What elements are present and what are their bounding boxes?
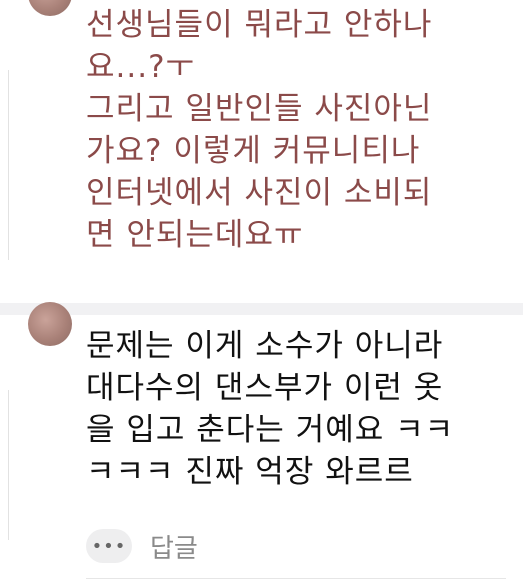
divider <box>86 578 506 579</box>
more-button[interactable]: ••• <box>86 529 132 563</box>
comment-line: ㅋㅋㅋ 진짜 억장 와르르 <box>86 454 414 490</box>
avatar[interactable] <box>28 302 72 346</box>
comment-line: 인터넷에서 사진이 소비되 <box>86 175 433 211</box>
comment-line: 선생님들이 뭐라고 안하나 <box>86 7 433 43</box>
comment-top: 선생님들이 뭐라고 안하나 요...?ㅜ 그리고 일반인들 사진아닌 가요? 이… <box>0 0 523 303</box>
thread-edge <box>8 390 12 540</box>
comment-line: 문제는 이게 소수가 아니라 <box>86 328 444 364</box>
comment-text: 문제는 이게 소수가 아니라 대다수의 댄스부가 이런 옷 을 입고 춘다는 거… <box>86 325 506 493</box>
comment-actions: ••• 답글 <box>86 526 198 566</box>
comment-line: 을 입고 춘다는 거예요 ㅋㅋ <box>86 412 455 448</box>
reply-button[interactable]: 답글 <box>150 528 198 565</box>
comment-line: 면 안되는데요ㅠ <box>86 217 304 253</box>
comment-line: 그리고 일반인들 사진아닌 <box>86 91 433 127</box>
comment-line: 대다수의 댄스부가 이런 옷 <box>86 370 444 406</box>
avatar[interactable] <box>28 0 72 16</box>
more-dots-icon: ••• <box>91 535 127 557</box>
comment-line: 가요? 이렇게 커뮤니티나 <box>86 133 421 169</box>
comment-text: 선생님들이 뭐라고 안하나 요...?ㅜ 그리고 일반인들 사진아닌 가요? 이… <box>86 4 506 256</box>
comment-separator <box>0 303 523 315</box>
thread-edge <box>8 70 12 260</box>
comment-line: 요...?ㅜ <box>86 49 196 85</box>
